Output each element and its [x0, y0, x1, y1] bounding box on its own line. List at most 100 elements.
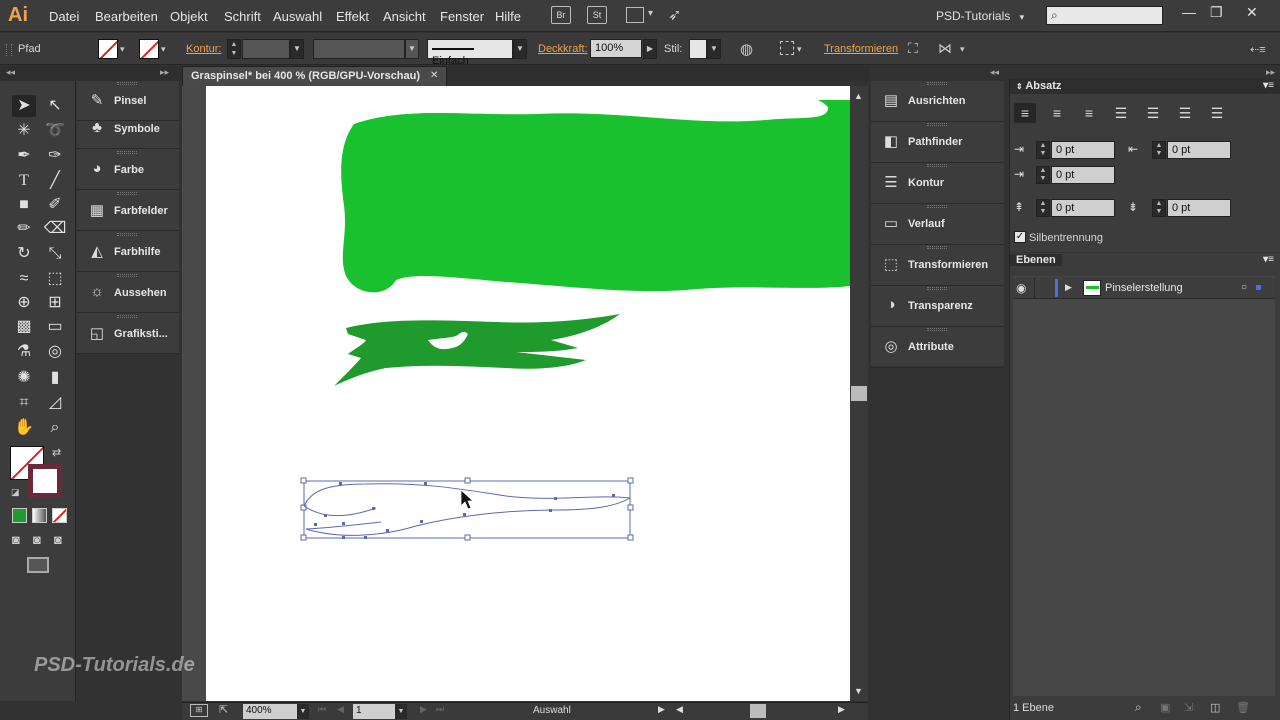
left-indent-stepper[interactable]: ▲ ▼ [1036, 141, 1050, 159]
space-after-stepper[interactable]: ▲ ▼ [1152, 199, 1166, 217]
brush-dropdown[interactable]: ▼ [513, 39, 527, 59]
dock-ausrichten[interactable]: ▤ Ausrichten [871, 81, 1004, 122]
recolor-globe-icon[interactable]: ◍ [740, 40, 753, 58]
menu-hilfe[interactable]: Hilfe [495, 9, 521, 24]
dock-symbole[interactable]: ♣ Symbole [77, 109, 179, 149]
align-center-button[interactable]: ≡ [1046, 103, 1068, 123]
eye-visibility-icon[interactable]: ◉ [1016, 281, 1026, 295]
absatz-panel-header[interactable]: ⇕ Absatz ▾≡ [1010, 79, 1280, 94]
gradient-tool-icon[interactable]: ▭ [43, 316, 67, 338]
zoom-dropdown[interactable]: ▼ [297, 704, 309, 719]
menu-fenster[interactable]: Fenster [440, 9, 484, 24]
default-colors-icon[interactable]: ◪ [11, 487, 20, 498]
distribute-dropdown-icon[interactable]: ▾ [960, 44, 965, 55]
hand-tool-icon[interactable]: ✋ [12, 417, 36, 439]
align-dropdown-icon[interactable]: ▾ [797, 44, 802, 55]
layer-name[interactable]: Pinselerstellung [1105, 282, 1183, 294]
locate-object-icon[interactable]: ⌕ [1135, 700, 1142, 715]
kontur-label[interactable]: Kontur: [186, 43, 221, 55]
scroll-right-icon[interactable]: ▶ [838, 704, 845, 715]
draw-behind-icon[interactable]: ◙ [33, 532, 41, 547]
brush-stroke-shape[interactable] [334, 314, 620, 386]
first-artboard-icon[interactable]: ⏮ [318, 704, 326, 715]
prev-artboard-icon[interactable]: ◀ [337, 704, 344, 715]
opacity-slider-toggle[interactable]: ▶ [643, 39, 657, 59]
free-transform-tool-icon[interactable]: ⬚ [43, 268, 67, 290]
shape-builder-tool-icon[interactable]: ⊕ [12, 292, 36, 314]
stroke-weight-field[interactable] [242, 39, 290, 59]
none-mode-button[interactable] [52, 508, 67, 523]
stroke-dropdown-icon[interactable]: ▾ [161, 44, 166, 55]
align-right-button[interactable]: ≡ [1078, 103, 1100, 123]
status-menu-arrow-icon[interactable]: ▶ [658, 704, 665, 715]
hyphenation-checkbox[interactable]: ✓ [1014, 231, 1026, 243]
type-tool-icon[interactable]: T [12, 170, 36, 192]
curvature-tool-icon[interactable]: ✑ [43, 145, 67, 167]
space-after-field[interactable]: 0 pt [1167, 199, 1231, 217]
first-line-indent-field[interactable]: 0 pt [1051, 166, 1115, 184]
stroke-weight-dropdown[interactable]: ▼ [290, 39, 304, 59]
menu-ansicht[interactable]: Ansicht [383, 9, 426, 24]
stroke-color-box[interactable] [28, 464, 62, 498]
left-indent-field[interactable]: 0 pt [1051, 141, 1115, 159]
maximize-button[interactable]: ❐ [1210, 4, 1223, 21]
style-dropdown[interactable]: ▼ [707, 39, 721, 59]
draw-normal-icon[interactable]: ◙ [12, 532, 20, 547]
collapse-panels-icon[interactable]: ▸▸ [1266, 67, 1275, 78]
eraser-tool-icon[interactable]: ⌫ [43, 218, 67, 240]
transformieren-link[interactable]: Transformieren [824, 43, 898, 55]
artboard-tool-icon[interactable]: ⌗ [12, 392, 36, 414]
deckkraft-label[interactable]: Deckkraft: [538, 43, 588, 55]
workspace-switcher[interactable]: PSD-Tutorials ▾ [936, 9, 1024, 23]
vertical-scroll-thumb[interactable] [851, 386, 867, 401]
fill-dropdown-icon[interactable]: ▾ [120, 44, 125, 55]
next-artboard-icon[interactable]: ▶ [420, 704, 427, 715]
perspective-grid-tool-icon[interactable]: ⊞ [43, 292, 67, 314]
control-bar-menu-icon[interactable]: ⇠≡ [1250, 43, 1266, 56]
last-artboard-icon[interactable]: ⏭ [436, 704, 444, 715]
profile-dropdown[interactable]: ▼ [405, 39, 419, 59]
selection-tool-icon[interactable]: ➤ [12, 95, 36, 117]
magic-wand-tool-icon[interactable]: ✳ [12, 120, 36, 142]
direct-selection-tool-icon[interactable]: ↖ [43, 95, 67, 117]
dock-verlauf[interactable]: ▭ Verlauf [871, 204, 1004, 245]
selected-path-group[interactable] [300, 477, 634, 541]
line-tool-icon[interactable]: ╱ [43, 170, 67, 192]
dock-kontur[interactable]: ☰ Kontur [871, 163, 1004, 204]
lasso-tool-icon[interactable]: ➰ [43, 120, 67, 142]
dock-attribute[interactable]: ◎ Attribute [871, 327, 1004, 368]
eyedropper-tool-icon[interactable]: ⚗ [12, 341, 36, 363]
artboard-dropdown[interactable]: ▼ [395, 704, 407, 719]
collapse-right-dock-icon[interactable]: ◂◂ [990, 67, 999, 78]
artboard-number-field[interactable]: 1 [353, 704, 395, 719]
ebenen-panel-header[interactable]: Ebenen ▾≡ [1010, 253, 1280, 268]
search-input[interactable]: ⌕ [1046, 6, 1163, 25]
rectangle-tool-icon[interactable]: ■ [12, 194, 36, 216]
clipping-mask-icon[interactable]: ▣ [1160, 701, 1170, 714]
export-icon[interactable]: ⇱ [219, 703, 228, 716]
opacity-field[interactable]: 100% [590, 39, 642, 58]
panel-menu-icon[interactable]: ▾≡ [1263, 254, 1274, 265]
scroll-down-icon[interactable]: ▼ [854, 686, 863, 696]
justify-right-button[interactable]: ☰ [1174, 103, 1196, 123]
close-window-button[interactable]: ✕ [1246, 4, 1258, 21]
first-line-indent-stepper[interactable]: ▲ ▼ [1036, 166, 1050, 184]
target-circle-icon[interactable]: ○ [1241, 282, 1247, 293]
menu-effekt[interactable]: Effekt [336, 9, 369, 24]
panel-menu-icon[interactable]: ▾≡ [1263, 80, 1274, 91]
dock-transformieren[interactable]: ⬚ Transformieren [871, 245, 1004, 286]
panel-toggle-icon[interactable]: ⇕ [1016, 82, 1023, 91]
artboard[interactable] [206, 86, 850, 701]
minimize-button[interactable]: — [1182, 4, 1196, 20]
control-bar-grip[interactable] [6, 44, 12, 56]
menu-objekt[interactable]: Objekt [170, 9, 208, 24]
right-indent-stepper[interactable]: ▲ ▼ [1152, 141, 1166, 159]
artwork-canvas[interactable] [206, 86, 850, 701]
zoom-field[interactable]: 400% [243, 704, 297, 719]
space-before-field[interactable]: 0 pt [1051, 199, 1115, 217]
new-layer-icon[interactable]: ◫ [1210, 701, 1220, 714]
fill-swatch[interactable] [98, 39, 118, 59]
slice-tool-icon[interactable]: ◿ [43, 392, 67, 414]
width-tool-icon[interactable]: ≈ [12, 268, 36, 290]
selection-indicator[interactable] [1256, 285, 1261, 290]
